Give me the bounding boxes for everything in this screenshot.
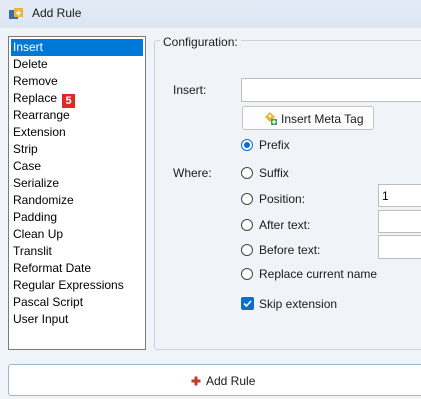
prefix-radio[interactable] [241, 139, 253, 151]
after-text-label: After text: [259, 218, 311, 232]
before-text-radio[interactable] [241, 244, 253, 256]
rule-list[interactable]: Insert Delete Remove Replace 5 Rearrange … [8, 36, 146, 350]
rule-item-serialize[interactable]: Serialize [11, 175, 143, 192]
rule-item-delete[interactable]: Delete [11, 56, 143, 73]
rule-item-reformat-date[interactable]: Reformat Date [11, 260, 143, 277]
rule-item-label: Replace [13, 91, 58, 105]
rule-item-insert[interactable]: Insert [11, 39, 143, 56]
rule-item-randomize[interactable]: Randomize [11, 192, 143, 209]
position-radio[interactable] [241, 193, 253, 205]
before-text-label: Before text: [259, 243, 321, 257]
replace-current-name-label: Replace current name [259, 267, 378, 281]
check-icon [243, 300, 252, 308]
add-rule-button[interactable]: Add Rule [8, 364, 421, 396]
suffix-radio[interactable] [241, 167, 253, 179]
insert-meta-tag-label: Insert Meta Tag [281, 112, 364, 126]
position-label: Position: [259, 192, 306, 206]
replace-current-name-radio[interactable] [241, 268, 253, 280]
suffix-label: Suffix [259, 166, 289, 180]
insert-label: Insert: [173, 83, 207, 97]
after-text-radio[interactable] [241, 219, 253, 231]
window-title: Add Rule [32, 6, 82, 20]
insert-text-input[interactable] [241, 78, 421, 102]
after-text-input[interactable] [378, 210, 421, 233]
rule-item-regular-expressions[interactable]: Regular Expressions [11, 277, 143, 294]
prefix-label: Prefix [259, 138, 290, 152]
where-label: Where: [173, 166, 212, 180]
position-input[interactable] [378, 184, 421, 207]
app-icon [9, 8, 23, 19]
rule-item-case[interactable]: Case [11, 158, 143, 175]
rule-item-extension[interactable]: Extension [11, 124, 143, 141]
title-bar: Add Rule [0, 0, 421, 28]
rule-item-pascal-script[interactable]: Pascal Script [11, 294, 143, 311]
skip-extension-label: Skip extension [259, 297, 338, 311]
configuration-legend: Configuration: [160, 35, 241, 49]
insert-meta-tag-button[interactable]: Insert Meta Tag [242, 106, 374, 130]
rule-item-padding[interactable]: Padding [11, 209, 143, 226]
rule-item-rearrange[interactable]: Rearrange [11, 107, 143, 124]
rule-item-remove[interactable]: Remove [11, 73, 143, 90]
rule-item-clean-up[interactable]: Clean Up [11, 226, 143, 243]
before-text-input[interactable] [378, 235, 421, 259]
rule-item-strip[interactable]: Strip [11, 141, 143, 158]
add-rule-label: Add Rule [206, 374, 256, 388]
rule-item-user-input[interactable]: User Input [11, 311, 143, 328]
meta-tag-icon [265, 112, 277, 125]
skip-extension-checkbox[interactable] [241, 297, 254, 310]
annotation-badge: 5 [62, 94, 76, 108]
plus-icon [191, 376, 201, 386]
rule-item-replace[interactable]: Replace 5 [11, 90, 143, 108]
rule-item-translit[interactable]: Translit [11, 243, 143, 260]
